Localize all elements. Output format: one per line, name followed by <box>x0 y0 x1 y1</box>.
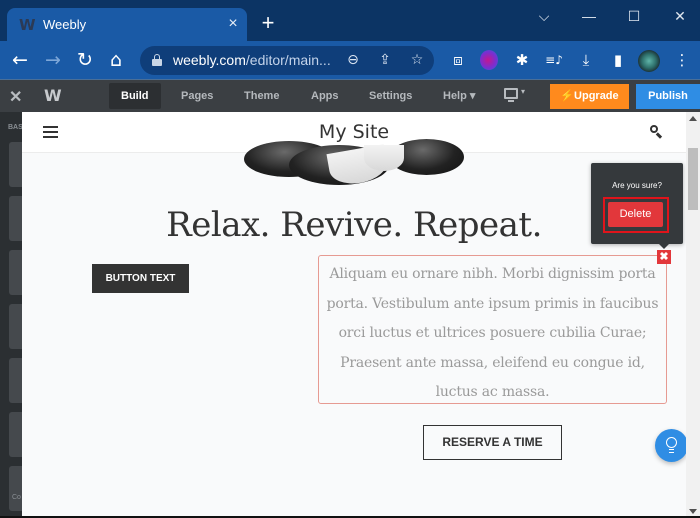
selected-text-block[interactable]: Aliquam eu ornare nibh. Morbi dignissim … <box>318 255 667 404</box>
tab-close-icon[interactable]: × <box>224 15 242 33</box>
paragraph-line: luctus ac massa. <box>435 384 550 400</box>
paragraph-line: orci luctus et ultrices posuere cubilia … <box>338 325 647 341</box>
tab-search-dropdown-icon[interactable]: ⌵ <box>532 6 556 26</box>
tab-pages[interactable]: Pages <box>169 83 225 109</box>
screenshot-extension-icon[interactable]: ⧈ <box>448 50 468 70</box>
reload-icon[interactable]: ↻ <box>74 49 96 71</box>
address-bar[interactable]: weebly.com/editor/main... ⊖ ⇪ ☆ <box>140 46 434 75</box>
side-panel-icon[interactable]: ▮ <box>608 50 628 70</box>
paragraph-line: Praesent ante massa, eleifend eu congue … <box>340 354 645 371</box>
hero-stones-image[interactable] <box>244 139 464 188</box>
site-title[interactable]: My Site <box>22 121 686 143</box>
help-lightbulb-button[interactable] <box>655 429 686 462</box>
chevron-down-icon[interactable]: ▾ <box>521 87 525 96</box>
editor-close-icon[interactable]: ✕ <box>9 87 22 107</box>
zoom-icon[interactable]: ⊖ <box>343 50 363 70</box>
weebly-logo-icon: W <box>19 16 36 34</box>
lightbulb-icon <box>666 437 677 448</box>
extension-gradient-icon[interactable] <box>480 50 498 70</box>
tab-apps[interactable]: Apps <box>299 83 351 109</box>
browser-toolbar: ← → ↻ ⌂ weebly.com/editor/main... ⊖ ⇪ ☆ … <box>0 41 700 79</box>
share-icon[interactable]: ⇪ <box>375 50 395 70</box>
tab-theme[interactable]: Theme <box>232 83 291 109</box>
device-preview-icon[interactable] <box>504 88 518 102</box>
tab-help[interactable]: Help ▾ <box>431 83 487 109</box>
tab-title: Weebly <box>43 17 87 32</box>
url-text[interactable]: weebly.com/editor/main... <box>173 52 331 68</box>
delete-button-highlight: Delete <box>603 197 669 233</box>
lock-icon[interactable] <box>152 54 162 66</box>
paragraph-line: porta. Vestibulum ante ipsum primis in f… <box>326 295 659 312</box>
elements-sidebar: BAS Co <box>0 112 29 518</box>
forward-arrow-icon[interactable]: → <box>42 49 64 71</box>
hero-heading[interactable]: Relax. Revive. Repeat. <box>22 205 686 245</box>
minimize-button[interactable]: — <box>577 6 601 26</box>
browser-tab-weebly[interactable]: W Weebly × <box>7 8 247 42</box>
browser-window: W Weebly × + ⌵ — ☐ ✕ ← → ↻ ⌂ weebly.com/… <box>0 0 700 518</box>
canvas-scrollbar[interactable] <box>686 112 700 518</box>
download-icon[interactable]: ⤓ <box>576 50 596 70</box>
upgrade-button[interactable]: ⚡Upgrade <box>550 84 629 109</box>
bookmark-star-icon[interactable]: ☆ <box>407 50 427 70</box>
title-bar: W Weebly × + ⌵ — ☐ ✕ <box>0 0 700 42</box>
delete-block-icon[interactable]: ✖ <box>657 250 671 264</box>
sidebar-heading: BAS <box>8 124 23 131</box>
weebly-logo-icon[interactable]: W <box>44 86 62 105</box>
tab-build[interactable]: Build <box>109 83 161 109</box>
reserve-a-time-button[interactable]: RESERVE A TIME <box>423 425 562 460</box>
search-icon[interactable] <box>650 125 664 139</box>
sidebar-tile-label: Co <box>12 494 21 501</box>
weebly-editor-bar: ✕ W Build Pages Theme Apps Settings Help… <box>0 79 700 112</box>
delete-confirm-popover: Are you sure? Delete <box>591 163 683 249</box>
tab-settings[interactable]: Settings <box>357 83 424 109</box>
back-arrow-icon[interactable]: ← <box>9 49 31 71</box>
confirm-question: Are you sure? <box>612 181 662 190</box>
profile-avatar[interactable] <box>638 50 660 72</box>
extensions-puzzle-icon[interactable]: ✱ <box>512 50 532 70</box>
button-text-button[interactable]: BUTTON TEXT <box>92 264 189 293</box>
paragraph-line: Aliquam eu ornare nibh. Morbi dignissim … <box>329 266 656 282</box>
scroll-thumb[interactable] <box>688 148 698 210</box>
home-icon[interactable]: ⌂ <box>105 49 127 71</box>
publish-button[interactable]: Publish <box>636 84 700 109</box>
scroll-down-arrow-icon[interactable] <box>689 509 697 514</box>
browser-menu-icon[interactable]: ⋮ <box>672 50 692 70</box>
site-canvas: My Site Relax. Revive. Repeat. BUTTON TE… <box>22 112 686 518</box>
media-control-icon[interactable]: ≡♪ <box>544 50 564 70</box>
maximize-button[interactable]: ☐ <box>622 6 646 26</box>
delete-button[interactable]: Delete <box>608 202 663 227</box>
scroll-up-arrow-icon[interactable] <box>689 116 697 121</box>
new-tab-button[interactable]: + <box>257 12 279 34</box>
window-close-button[interactable]: ✕ <box>668 6 692 26</box>
